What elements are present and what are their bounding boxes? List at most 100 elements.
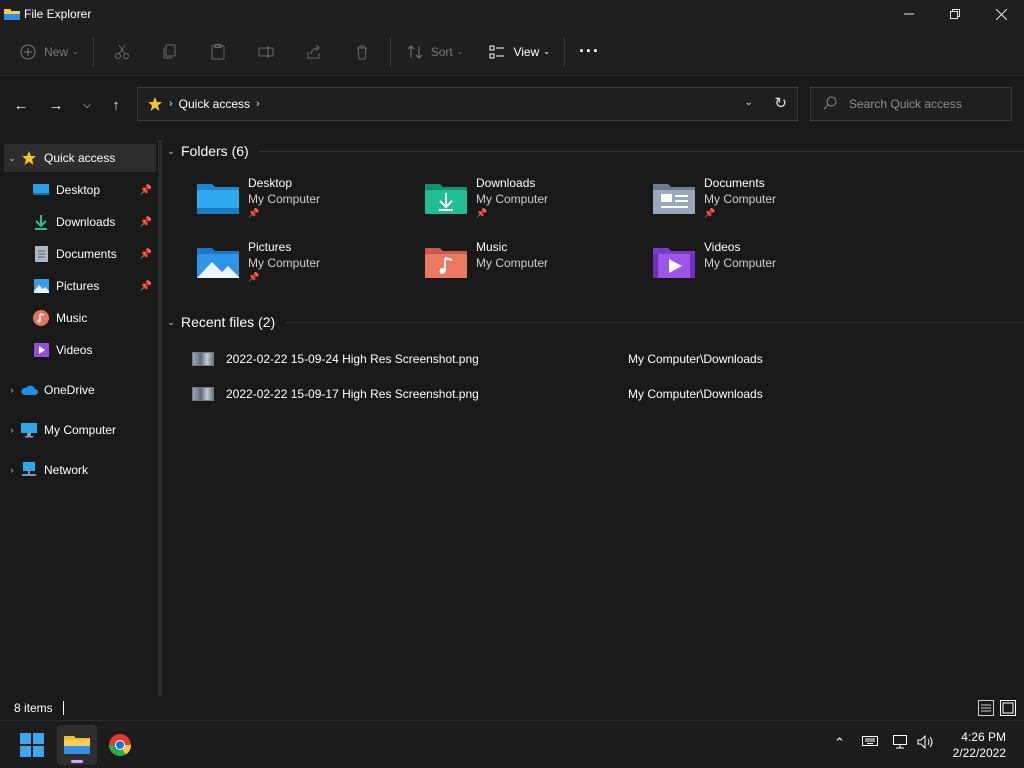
- pin-icon[interactable]: 📌: [140, 281, 152, 292]
- sidebar-item-label: Pictures: [56, 279, 100, 293]
- breadcrumb-chevron-icon[interactable]: ›: [256, 98, 260, 110]
- taskbar-chrome[interactable]: [100, 725, 140, 765]
- address-bar[interactable]: › Quick access › ⌄ ↻: [137, 87, 798, 121]
- pin-icon[interactable]: 📌: [140, 217, 152, 228]
- clock-time: 4:26 PM: [961, 730, 1006, 744]
- sidebar-item-quick-access[interactable]: ⌄ Quick access: [4, 144, 156, 172]
- chevron-down-icon[interactable]: ⌄: [162, 317, 180, 328]
- restore-button[interactable]: [932, 0, 978, 28]
- tiles-view-icon: [1002, 702, 1014, 714]
- folder-music[interactable]: Music My Computer: [424, 240, 644, 296]
- folder-name: Videos: [704, 240, 741, 254]
- pin-icon: 📌: [248, 208, 260, 218]
- recent-locations-button[interactable]: ⌵: [75, 93, 99, 117]
- rename-button[interactable]: [250, 36, 282, 68]
- sidebar-item-label: OneDrive: [44, 383, 95, 397]
- pin-icon[interactable]: 📌: [140, 185, 152, 196]
- rename-icon: [256, 42, 276, 62]
- chevron-down-icon: ⌄: [456, 47, 464, 56]
- chevron-up-icon[interactable]: ⌃: [834, 735, 845, 751]
- folder-desktop[interactable]: Desktop My Computer 📌: [196, 176, 416, 232]
- breadcrumb-chevron-icon: ›: [169, 98, 173, 110]
- sidebar-item-network[interactable]: › Network: [4, 456, 156, 484]
- sidebar-item-videos[interactable]: Videos: [4, 336, 156, 364]
- chevron-right-icon[interactable]: ›: [4, 465, 20, 475]
- paste-button[interactable]: [202, 36, 234, 68]
- chevron-right-icon[interactable]: ›: [4, 425, 20, 435]
- folder-downloads[interactable]: Downloads My Computer 📌: [424, 176, 644, 232]
- sidebar-item-my-computer[interactable]: › My Computer: [4, 416, 156, 444]
- folder-videos[interactable]: Videos My Computer: [652, 240, 872, 296]
- recent-file-path: My Computer\Downloads: [628, 352, 763, 366]
- minimize-icon: [904, 13, 914, 15]
- taskbar-file-explorer[interactable]: [57, 725, 97, 765]
- network-status-icon[interactable]: [893, 735, 909, 752]
- delete-button[interactable]: [346, 36, 378, 68]
- folder-name: Desktop: [248, 176, 293, 190]
- volume-icon[interactable]: [917, 734, 935, 752]
- desktop-folder-icon: [197, 184, 239, 214]
- up-button[interactable]: ↑: [104, 93, 128, 117]
- folder-name: Documents: [704, 176, 765, 190]
- start-button[interactable]: [12, 725, 52, 765]
- back-button[interactable]: ←: [9, 93, 33, 117]
- folder-name: Downloads: [476, 176, 536, 190]
- details-view-toggle[interactable]: [978, 700, 994, 716]
- view-button[interactable]: View ⌄: [481, 36, 556, 68]
- toolbar-divider: [389, 36, 391, 67]
- plus-circle-icon: [18, 42, 38, 62]
- recent-file-row[interactable]: 2022-02-22 15-09-17 High Res Screenshot.…: [192, 380, 1012, 408]
- share-button[interactable]: [298, 36, 330, 68]
- chrome-icon: [109, 734, 131, 756]
- minimize-button[interactable]: [886, 0, 932, 28]
- search-input[interactable]: [849, 97, 999, 111]
- command-bar: New ⌄ Sort ⌄ View ⌄ ···: [0, 28, 1024, 76]
- pin-icon[interactable]: 📌: [140, 249, 152, 260]
- forward-button[interactable]: →: [44, 93, 68, 117]
- sidebar-item-downloads[interactable]: Downloads 📌: [4, 208, 156, 236]
- recent-files-group-title: Recent files (2): [181, 314, 276, 330]
- copy-icon: [160, 42, 180, 62]
- item-count: 8 items: [14, 701, 53, 715]
- status-separator: [62, 701, 64, 715]
- folder-location: My Computer: [704, 256, 777, 270]
- cut-button[interactable]: [106, 36, 138, 68]
- close-button[interactable]: [978, 0, 1024, 28]
- navigation-pane: ⌄ Quick access Desktop 📌 Downloads 📌 Doc…: [0, 140, 158, 696]
- copy-button[interactable]: [154, 36, 186, 68]
- toolbar-divider: [563, 36, 565, 67]
- refresh-icon[interactable]: ↻: [774, 94, 787, 112]
- recent-files-group-header[interactable]: ⌄ Recent files (2): [162, 310, 1024, 334]
- title-bar: File Explorer: [0, 0, 1024, 28]
- address-dropdown-icon[interactable]: ⌄: [745, 97, 753, 108]
- more-options-button[interactable]: ···: [573, 36, 606, 68]
- chevron-right-icon[interactable]: ›: [4, 385, 20, 395]
- cut-icon: [112, 42, 132, 62]
- start-icon: [20, 733, 44, 757]
- chevron-down-icon[interactable]: ⌄: [4, 153, 20, 164]
- recent-file-name: 2022-02-22 15-09-24 High Res Screenshot.…: [226, 352, 479, 366]
- sidebar-item-onedrive[interactable]: › OneDrive: [4, 376, 156, 404]
- documents-folder-icon: [653, 184, 695, 214]
- sidebar-item-label: My Computer: [44, 423, 117, 437]
- arrow-right-icon: →: [48, 96, 64, 114]
- folder-name: Pictures: [248, 240, 292, 254]
- sidebar-item-desktop[interactable]: Desktop 📌: [4, 176, 156, 204]
- new-button[interactable]: New ⌄: [12, 36, 85, 68]
- computer-icon: [20, 422, 38, 438]
- folders-group-header[interactable]: ⌄ Folders (6): [162, 139, 1024, 163]
- keyboard-icon[interactable]: [862, 735, 878, 750]
- folder-pictures[interactable]: Pictures My Computer 📌: [196, 240, 416, 296]
- tiles-view-toggle[interactable]: [1000, 700, 1016, 716]
- system-clock[interactable]: 4:26 PM 2/22/2022: [953, 729, 1006, 761]
- folder-documents[interactable]: Documents My Computer 📌: [652, 176, 872, 232]
- sidebar-item-label: Music: [56, 311, 88, 325]
- breadcrumb-quick-access[interactable]: Quick access: [179, 97, 250, 111]
- sidebar-item-pictures[interactable]: Pictures 📌: [4, 272, 156, 300]
- recent-file-row[interactable]: 2022-02-22 15-09-24 High Res Screenshot.…: [192, 345, 1012, 373]
- sort-button[interactable]: Sort ⌄: [399, 36, 470, 68]
- sidebar-item-documents[interactable]: Documents 📌: [4, 240, 156, 268]
- chevron-down-icon[interactable]: ⌄: [162, 146, 180, 157]
- sidebar-item-music[interactable]: Music: [4, 304, 156, 332]
- search-box[interactable]: [810, 87, 1012, 121]
